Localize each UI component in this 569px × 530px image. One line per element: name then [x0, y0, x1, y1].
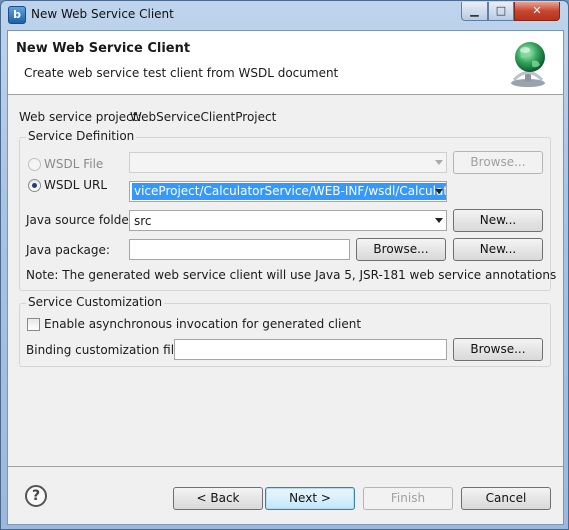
binding-file-label: Binding customization file:: [26, 343, 186, 357]
wsdl-url-combo[interactable]: viceProject/CalculatorService/WEB-INF/ws…: [129, 181, 447, 202]
dialog-window: b New Web Service Client ▁ □ ✕ New Web S…: [0, 0, 569, 530]
java-version-note: Note: The generated web service client w…: [26, 268, 557, 282]
java-package-new-button[interactable]: New...: [453, 238, 543, 261]
page-description: Create web service test client from WSDL…: [24, 66, 339, 80]
wsdl-url-label: WSDL URL: [44, 178, 108, 192]
maximize-button[interactable]: □: [488, 2, 514, 21]
java-source-folder-value: src: [134, 214, 152, 228]
java-source-folder-label: Java source folder:: [26, 213, 138, 227]
java-package-input[interactable]: [129, 239, 350, 260]
java-source-folder-combo[interactable]: src: [129, 210, 447, 231]
async-invocation-label: Enable asynchronous invocation for gener…: [44, 317, 362, 331]
wsdl-url-value: viceProject/CalculatorService/WEB-INF/ws…: [132, 183, 446, 200]
chevron-down-icon: [435, 189, 443, 194]
app-b-icon: b: [8, 6, 26, 24]
next-button[interactable]: Next >: [265, 487, 355, 510]
binding-file-browse-button[interactable]: Browse...: [453, 338, 543, 361]
wizard-header: New Web Service Client Create web servic…: [8, 31, 563, 95]
async-invocation-checkbox[interactable]: [27, 318, 40, 331]
service-definition-title: Service Definition: [26, 129, 137, 143]
cancel-button[interactable]: Cancel: [461, 487, 551, 510]
close-button[interactable]: ✕: [514, 2, 560, 21]
java-source-folder-new-button[interactable]: New...: [453, 209, 543, 232]
minimize-button[interactable]: ▁: [461, 2, 488, 21]
maximize-icon: □: [495, 4, 507, 17]
java-package-label: Java package:: [26, 243, 110, 257]
close-icon: ✕: [532, 4, 542, 17]
binding-file-input[interactable]: [174, 339, 447, 360]
wsdl-file-combo[interactable]: [129, 152, 447, 173]
chevron-down-icon: [435, 160, 443, 165]
java-package-browse-button[interactable]: Browse...: [356, 238, 446, 261]
page-title: New Web Service Client: [16, 41, 191, 56]
dialog-body: New Web Service Client Create web servic…: [7, 30, 564, 525]
project-label: Web service project:: [19, 110, 142, 124]
chevron-down-icon: [435, 218, 443, 223]
wsdl-file-radio[interactable]: [28, 158, 41, 171]
service-customization-title: Service Customization: [26, 295, 165, 309]
back-button[interactable]: < Back: [173, 487, 263, 510]
wsdl-file-label: WSDL File: [44, 157, 104, 171]
wsdl-file-browse-button[interactable]: Browse...: [453, 151, 543, 174]
web-service-globe-icon: [511, 42, 545, 87]
finish-button[interactable]: Finish: [363, 487, 453, 510]
wsdl-url-radio[interactable]: [28, 179, 41, 192]
window-title: New Web Service Client: [31, 7, 174, 21]
help-icon[interactable]: ?: [25, 485, 47, 507]
minimize-icon: ▁: [470, 4, 479, 17]
project-value: WebServiceClientProject: [130, 110, 277, 124]
footer-separator: [8, 466, 563, 467]
title-bar[interactable]: b New Web Service Client ▁ □ ✕: [1, 1, 568, 29]
